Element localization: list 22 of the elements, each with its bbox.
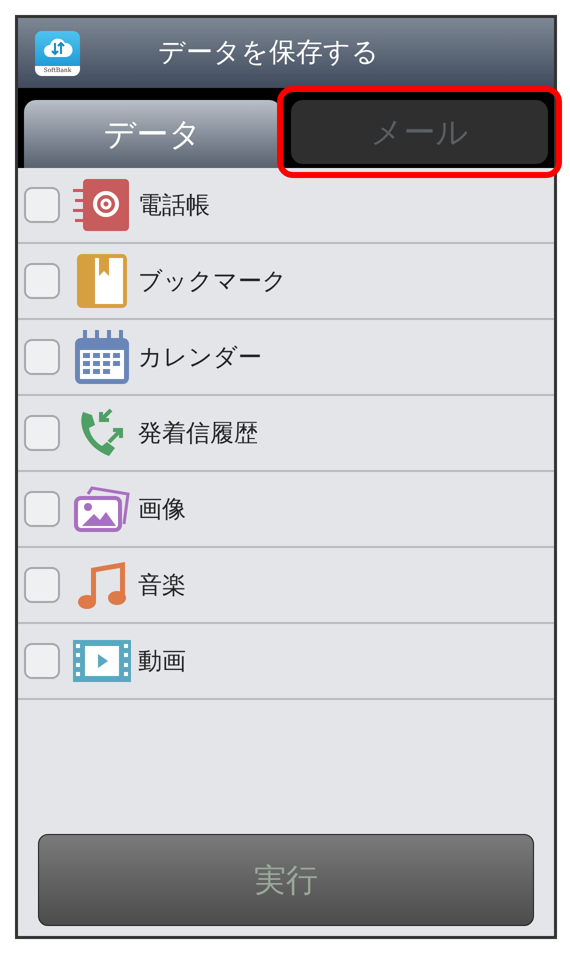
checkbox[interactable] [24, 643, 60, 679]
checkbox[interactable] [24, 415, 60, 451]
checkbox[interactable] [24, 491, 60, 527]
item-label: 動画 [138, 646, 186, 677]
item-label: 電話帳 [138, 190, 210, 221]
image-icon [74, 486, 130, 532]
bookmark-icon [77, 254, 127, 308]
item-label: カレンダー [138, 342, 262, 373]
checkbox[interactable] [24, 339, 60, 375]
item-label: 発着信履歴 [138, 418, 258, 449]
item-label: 画像 [138, 494, 186, 525]
window-title: データを保存する [158, 36, 379, 70]
item-label: ブックマーク [138, 266, 287, 297]
checkbox[interactable] [24, 187, 60, 223]
checkbox[interactable] [24, 567, 60, 603]
calendar-icon [75, 330, 129, 384]
item-label: 音楽 [138, 570, 186, 601]
tab[interactable]: データ [24, 100, 281, 168]
checkbox[interactable] [24, 263, 60, 299]
address-book-icon [73, 177, 131, 233]
music-note-icon [77, 560, 127, 610]
film-icon [73, 640, 131, 682]
